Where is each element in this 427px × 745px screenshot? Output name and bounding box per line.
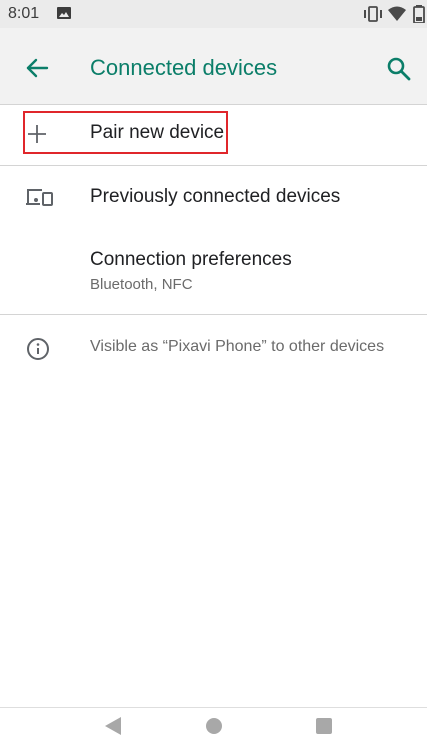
status-time: 8:01 bbox=[8, 5, 40, 22]
devices-icon bbox=[26, 189, 53, 206]
info-icon bbox=[27, 338, 49, 360]
previously-connected-devices-row[interactable]: Previously connected devices bbox=[0, 166, 427, 228]
connection-preferences-summary: Bluetooth, NFC bbox=[90, 276, 193, 293]
battery-icon bbox=[413, 5, 425, 23]
home-circle-icon[interactable] bbox=[206, 718, 222, 734]
arrow-left-icon[interactable] bbox=[23, 54, 51, 82]
back-triangle-icon[interactable] bbox=[104, 716, 122, 736]
recents-square-icon[interactable] bbox=[316, 718, 332, 734]
highlight-box bbox=[23, 111, 228, 154]
status-bar: 8:01 bbox=[0, 0, 427, 28]
visibility-info-text: Visible as “Pixavi Phone” to other devic… bbox=[90, 338, 385, 355]
app-bar: Connected devices bbox=[0, 28, 427, 104]
connection-preferences-row[interactable]: Connection preferences Bluetooth, NFC bbox=[0, 236, 427, 310]
previously-connected-devices-label: Previously connected devices bbox=[90, 186, 341, 207]
page-title: Connected devices bbox=[90, 55, 278, 80]
connection-preferences-label: Connection preferences bbox=[90, 249, 292, 270]
visibility-info-row: Visible as “Pixavi Phone” to other devic… bbox=[0, 315, 427, 377]
image-icon bbox=[57, 7, 71, 19]
wifi-icon bbox=[388, 6, 406, 21]
navigation-bar bbox=[0, 707, 427, 745]
vibrate-icon bbox=[364, 6, 382, 22]
search-icon[interactable] bbox=[386, 56, 412, 82]
